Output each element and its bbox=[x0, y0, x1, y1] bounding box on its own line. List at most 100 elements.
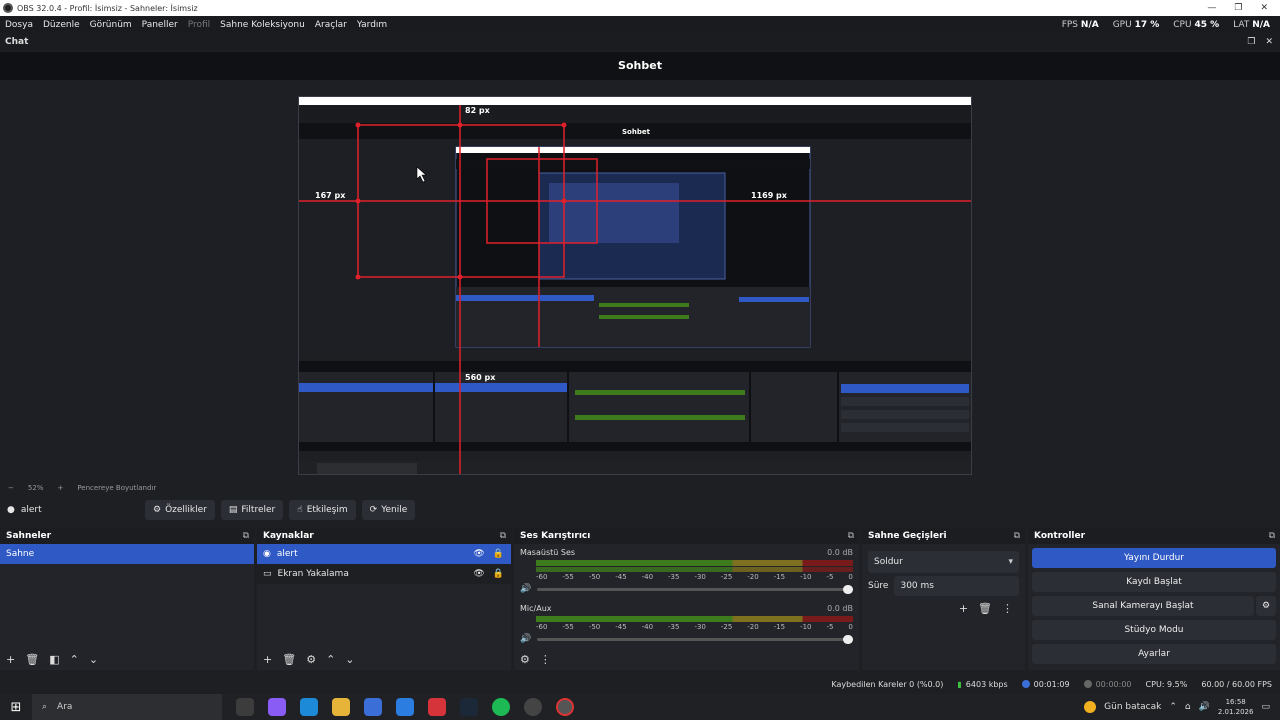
chevron-up-icon[interactable]: ⌃ bbox=[326, 653, 335, 666]
speaker-icon[interactable]: 🔊 bbox=[520, 584, 531, 594]
undock-icon[interactable]: ⧉ bbox=[500, 531, 506, 541]
taskbar-search[interactable]: ⌕ Ara bbox=[32, 694, 222, 720]
chevron-down-icon[interactable]: ⌄ bbox=[89, 653, 98, 666]
add-icon[interactable]: + bbox=[263, 653, 272, 666]
measure-left-label: 167 px bbox=[315, 191, 346, 200]
filter-icon[interactable]: ◧ bbox=[49, 653, 59, 666]
trash-icon[interactable]: 🗑 bbox=[978, 602, 992, 615]
kebab-menu-icon[interactable]: ⋮ bbox=[540, 653, 551, 666]
undock-icon[interactable]: ⧉ bbox=[848, 531, 854, 541]
eye-icon[interactable]: 👁 bbox=[473, 569, 484, 579]
meter-ticks: -60 -55 -50 -45 -40 -35 -30 -25 -20 -15 -10 -5 0 bbox=[536, 623, 853, 631]
stop-stream-button[interactable]: Yayını Durdur bbox=[1032, 548, 1276, 568]
store-icon[interactable] bbox=[364, 698, 382, 716]
window-titlebar: OBS 32.0.4 - Profil: İsimsiz - Sahneler:… bbox=[0, 0, 1280, 16]
notification-icon[interactable]: ▭ bbox=[1261, 702, 1270, 712]
stream-status-icon bbox=[1021, 680, 1030, 688]
gear-icon[interactable]: ⚙ bbox=[306, 653, 316, 666]
menu-yardim[interactable]: Yardım bbox=[352, 20, 392, 30]
network-icon[interactable]: ⌂ bbox=[1185, 702, 1191, 712]
close-dock-icon[interactable]: ✕ bbox=[1265, 37, 1273, 47]
volume-slider[interactable] bbox=[537, 584, 853, 594]
zoom-bar: − 52% + Pencereye Boyutlandır bbox=[0, 482, 1280, 494]
dropped-frames: Kaybedilen Kareler 0 (%0.0) bbox=[831, 679, 944, 689]
properties-button[interactable]: ⚙ Özellikler bbox=[145, 500, 215, 520]
windows-start-icon[interactable]: ⊞ bbox=[0, 700, 32, 715]
lock-icon[interactable]: 🔒 bbox=[493, 569, 504, 579]
obs-icon[interactable] bbox=[524, 698, 542, 716]
mail-icon[interactable] bbox=[396, 698, 414, 716]
menu-duzenle[interactable]: Düzenle bbox=[38, 20, 85, 30]
lock-icon[interactable]: 🔒 bbox=[493, 549, 504, 559]
lat-value: N/A bbox=[1252, 19, 1270, 30]
chevron-up-icon[interactable]: ⌃ bbox=[70, 653, 79, 666]
gear-icon[interactable]: ⚙ bbox=[520, 653, 530, 666]
copilot-icon[interactable] bbox=[268, 698, 286, 716]
steam-icon[interactable] bbox=[460, 698, 478, 716]
menu-paneller[interactable]: Paneller bbox=[137, 20, 183, 30]
add-icon[interactable]: + bbox=[959, 602, 968, 615]
studio-mode-button[interactable]: Stüdyo Modu bbox=[1032, 620, 1276, 640]
kebab-menu-icon[interactable]: ⋮ bbox=[1002, 602, 1013, 615]
close-icon[interactable]: ✕ bbox=[1260, 3, 1268, 13]
transition-select[interactable]: Soldur ▾ bbox=[868, 551, 1019, 573]
refresh-button[interactable]: ⟳ Yenile bbox=[361, 500, 416, 520]
menu-gorunum[interactable]: Görünüm bbox=[85, 20, 137, 30]
record-time: 00:00:00 bbox=[1095, 679, 1132, 689]
weather-text[interactable]: Gün batacak bbox=[1104, 702, 1161, 712]
start-record-button[interactable]: Kaydı Başlat bbox=[1032, 572, 1276, 592]
clock[interactable]: 16:58 2.01.2026 bbox=[1218, 697, 1254, 717]
undock-icon[interactable]: ⧉ bbox=[243, 531, 249, 541]
source-item[interactable]: ▭ Ekran Yakalama 👁 🔒 bbox=[257, 564, 511, 584]
float-dock-icon[interactable]: ❐ bbox=[1247, 37, 1255, 47]
trash-icon[interactable]: 🗑 bbox=[25, 653, 39, 666]
source-item[interactable]: ◉ alert 👁 🔒 bbox=[257, 544, 511, 564]
undock-icon[interactable]: ⧉ bbox=[1269, 531, 1275, 541]
chevron-down-icon: ▾ bbox=[1008, 557, 1013, 567]
menu-dosya[interactable]: Dosya bbox=[0, 20, 38, 30]
zoom-out-button[interactable]: − bbox=[8, 484, 14, 492]
fps-value: N/A bbox=[1080, 19, 1099, 30]
globe-icon: ◉ bbox=[263, 549, 271, 559]
app-icon[interactable] bbox=[428, 698, 446, 716]
fit-to-window-button[interactable]: Pencereye Boyutlandır bbox=[77, 484, 156, 492]
maximize-icon[interactable]: ❐ bbox=[1234, 3, 1242, 13]
chat-dock-title: Chat bbox=[5, 37, 29, 47]
monitor-icon: ▭ bbox=[263, 569, 272, 579]
menu-sahne-koleksiyonu[interactable]: Sahne Koleksiyonu bbox=[215, 20, 310, 30]
trash-icon[interactable]: 🗑 bbox=[282, 653, 296, 666]
gpu-label: GPU bbox=[1112, 19, 1132, 30]
menu-profil[interactable]: Profil bbox=[183, 20, 215, 30]
start-virtual-camera-button[interactable]: Sanal Kamerayı Başlat bbox=[1032, 596, 1254, 616]
chevron-up-icon[interactable]: ⌃ bbox=[1169, 702, 1177, 712]
speaker-icon[interactable]: 🔊 bbox=[520, 634, 531, 644]
scene-transitions-dock: Sahne Geçişleri ⧉ Soldur ▾ Süre 300 ms + 🗑… bbox=[862, 527, 1025, 670]
minimize-icon[interactable]: — bbox=[1207, 3, 1216, 13]
cpu-value: 45 % bbox=[1194, 19, 1220, 30]
filters-button[interactable]: ▤ Filtreler bbox=[220, 500, 284, 520]
preview-source-frame[interactable]: Sohbet 82 px 167 px 1169 px 560 px bbox=[298, 96, 972, 475]
volume-icon[interactable]: 🔊 bbox=[1199, 702, 1210, 712]
chevron-down-icon[interactable]: ⌄ bbox=[345, 653, 354, 666]
edge-icon[interactable] bbox=[300, 698, 318, 716]
undock-icon[interactable]: ⧉ bbox=[1014, 531, 1020, 541]
filters-label: Filtreler bbox=[241, 505, 276, 515]
eye-icon[interactable]: 👁 bbox=[473, 549, 484, 559]
obs-active-icon[interactable] bbox=[556, 698, 574, 716]
virtual-camera-settings-button[interactable]: ⚙ bbox=[1256, 596, 1276, 616]
scenes-dock: Sahneler ⧉ Sahne + 🗑 ◧ ⌃ ⌄ bbox=[0, 527, 254, 670]
scene-item[interactable]: Sahne bbox=[0, 544, 254, 564]
volume-slider[interactable] bbox=[537, 634, 853, 644]
task-view-icon[interactable] bbox=[236, 698, 254, 716]
settings-button[interactable]: Ayarlar bbox=[1032, 644, 1276, 664]
duration-input[interactable]: 300 ms bbox=[894, 576, 1019, 596]
add-icon[interactable]: + bbox=[6, 653, 15, 666]
zoom-in-button[interactable]: + bbox=[57, 484, 63, 492]
spotify-icon[interactable] bbox=[492, 698, 510, 716]
selected-source-name: alert bbox=[20, 505, 42, 515]
file-explorer-icon[interactable] bbox=[332, 698, 350, 716]
fps-label: FPS bbox=[1061, 19, 1079, 30]
menu-araclar[interactable]: Araçlar bbox=[310, 20, 352, 30]
interact-button[interactable]: ☝ Etkileşim bbox=[289, 500, 356, 520]
hand-icon: ☝ bbox=[297, 505, 303, 515]
